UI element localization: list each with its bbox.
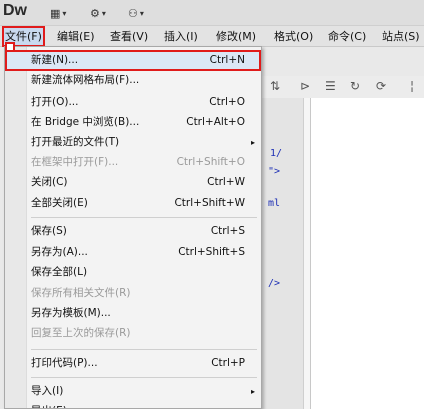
menu-item-label: 打印代码(P)... (31, 357, 98, 369)
menu-item-label: 另存为模板(M)... (31, 307, 111, 319)
menu-insert[interactable]: 插入(I) (164, 26, 198, 47)
menu-item-new-fluid-grid[interactable]: 新建流体网格布局(F)... (5, 70, 261, 91)
menu-item-browse-bridge[interactable]: 在 Bridge 中浏览(B)... Ctrl+Alt+O (5, 112, 261, 133)
submenu-arrow-icon: ▸ (251, 401, 255, 408)
menu-item-label: 关闭(C) (31, 176, 68, 188)
menu-view[interactable]: 查看(V) (110, 26, 148, 47)
menu-item-label: 全部关闭(E) (31, 197, 88, 209)
title-bar: Dw ▦ ▾ ⚙ ▾ ⚇ ▾ (0, 0, 424, 26)
menu-item-label: 回复至上次的保存(R) (31, 327, 131, 339)
menu-item-open-in-frame: 在框架中打开(F)... Ctrl+Shift+O (5, 152, 261, 173)
menu-item-shortcut: Ctrl+N (209, 54, 245, 66)
menu-item-label: 保存所有相关文件(R) (31, 287, 131, 299)
menu-item-shortcut: Ctrl+O (209, 96, 245, 108)
design-pane[interactable] (310, 98, 424, 409)
gear-icon: ⚙ (90, 6, 100, 20)
divider-icon: ¦ (410, 79, 415, 93)
menu-bar: 文件(F) 编辑(E) 查看(V) 插入(I) 修改(M) 格式(O) 命令(C… (0, 26, 424, 47)
extend-dropdown-button[interactable]: ⚙ ▾ (90, 5, 106, 21)
menu-separator (31, 377, 257, 378)
menu-item-label: 保存全部(L) (31, 266, 88, 278)
refresh-icon[interactable]: ↻ (350, 79, 360, 93)
menu-item-label: 新建(N)... (31, 54, 79, 66)
code-gutter (262, 98, 304, 409)
code-fragment: /> (268, 278, 281, 289)
menu-item-close-all[interactable]: 全部关闭(E) Ctrl+Shift+W (5, 193, 261, 214)
menu-item-label: 另存为(A)... (31, 246, 88, 258)
menu-item-label: 导出(E) (31, 401, 67, 408)
menu-item-label: 打开最近的文件(T) (31, 136, 120, 148)
dreamweaver-logo: Dw (3, 2, 27, 19)
reload-icon[interactable]: ⟳ (376, 79, 386, 93)
chevron-down-icon: ▾ (139, 8, 144, 18)
menu-item-save[interactable]: 保存(S) Ctrl+S (5, 221, 261, 242)
menu-site[interactable]: 站点(S) (382, 26, 420, 47)
people-icon: ⚇ (128, 6, 138, 20)
menu-item-shortcut: Ctrl+W (207, 176, 245, 188)
submenu-arrow-icon: ▸ (250, 138, 255, 147)
menu-edit[interactable]: 编辑(E) (57, 26, 95, 47)
code-fragment: 1/ (270, 148, 283, 159)
menu-item-print-code[interactable]: 打印代码(P)... Ctrl+P (5, 353, 261, 374)
code-fragment: "> (268, 166, 281, 177)
menu-format[interactable]: 格式(O) (274, 26, 313, 47)
chevron-down-icon: ▾ (101, 8, 106, 18)
menu-item-save-as-template[interactable]: 另存为模板(M)... (5, 303, 261, 324)
menu-item-export[interactable]: 导出(E) ▸ (5, 401, 261, 408)
menu-separator (31, 217, 257, 218)
document-toolbar (262, 76, 424, 98)
preview-icon[interactable]: ⊳ (300, 79, 310, 93)
menu-item-label: 在框架中打开(F)... (31, 156, 119, 168)
menu-item-shortcut: Ctrl+P (211, 357, 245, 369)
layout-dropdown-button[interactable]: ▦ ▾ (50, 5, 66, 21)
menu-item-label: 新建流体网格布局(F)... (31, 74, 140, 86)
menu-item-shortcut: Ctrl+S (210, 225, 245, 237)
layout-icon: ▦ (50, 6, 61, 20)
menu-item-label: 导入(I) (31, 385, 64, 397)
menu-item-save-as[interactable]: 另存为(A)... Ctrl+Shift+S (5, 242, 261, 263)
menu-item-shortcut: Ctrl+Shift+W (174, 197, 245, 209)
menu-item-shortcut: Ctrl+Shift+S (178, 246, 245, 258)
annotation-marker (5, 42, 15, 52)
menu-item-new[interactable]: 新建(N)... Ctrl+N (5, 50, 261, 71)
menu-item-close[interactable]: 关闭(C) Ctrl+W (5, 172, 261, 193)
file-menu-dropdown: 新建(N)... Ctrl+N 新建流体网格布局(F)... 打开(O)... … (4, 46, 262, 409)
menu-item-import[interactable]: 导入(I) ▸ (5, 381, 261, 402)
menu-item-shortcut: Ctrl+Alt+O (186, 116, 245, 128)
site-dropdown-button[interactable]: ⚇ ▾ (128, 5, 144, 21)
menu-item-label: 打开(O)... (31, 96, 79, 108)
submenu-arrow-icon: ▸ (250, 387, 255, 396)
menu-item-save-all[interactable]: 保存全部(L) (5, 262, 261, 283)
menu-item-save-all-related: 保存所有相关文件(R) (5, 283, 261, 304)
menu-item-revert: 回复至上次的保存(R) (5, 323, 261, 344)
sort-icon[interactable]: ⇅ (270, 79, 280, 93)
list-icon[interactable]: ☰ (325, 79, 336, 93)
menu-item-shortcut: Ctrl+Shift+O (176, 156, 245, 168)
menu-item-open[interactable]: 打开(O)... Ctrl+O (5, 92, 261, 113)
menu-item-label: 保存(S) (31, 225, 67, 237)
menu-item-open-recent[interactable]: 打开最近的文件(T) ▸ (5, 132, 261, 153)
chevron-down-icon: ▾ (62, 8, 67, 18)
menu-modify[interactable]: 修改(M) (216, 26, 256, 47)
menu-item-label: 在 Bridge 中浏览(B)... (31, 116, 140, 128)
menu-commands[interactable]: 命令(C) (328, 26, 366, 47)
code-fragment: ml (268, 198, 281, 209)
menu-separator (31, 349, 257, 350)
